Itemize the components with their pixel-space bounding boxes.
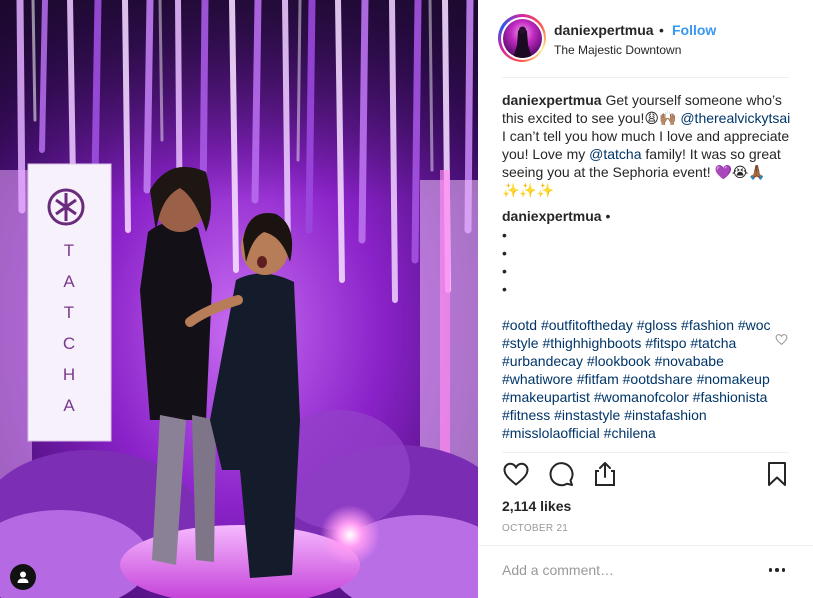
hashtag-link[interactable]: #fitspo [645,335,686,351]
header-separator: • [659,22,664,38]
hashtag-link[interactable]: #instastyle [554,407,620,423]
header-username[interactable]: daniexpertmua [554,22,654,38]
hashtag-link[interactable]: #makeupartist [502,389,590,405]
hashtag-link[interactable]: #ootdshare [623,371,693,387]
post-header: daniexpertmua • Follow The Majestic Down… [478,0,813,78]
hashtag-link[interactable]: #fashionista [693,389,768,405]
avatar-figure [512,26,532,58]
hashtag-link[interactable]: #ootd [502,317,537,333]
avatar-frame [500,16,544,60]
bullet-line: • [502,245,507,261]
comment-button[interactable] [547,460,575,488]
hashtag-link[interactable]: #gloss [637,317,677,333]
banner-letter: T [64,241,74,260]
hashtag-link[interactable]: #instafashion [624,407,707,423]
header-divider [502,77,789,78]
hashtag-link[interactable]: #chilena [604,425,656,441]
post-side-panel: daniexpertmua • Follow The Majestic Down… [478,0,813,598]
share-button[interactable] [591,460,619,488]
caption-mention-tatcha[interactable]: @tatcha [589,146,641,162]
hashtag-link[interactable]: #fashion [681,317,734,333]
post-dialog: TATCHA daniexpertmua • Follow The Majest… [0,0,813,598]
banner-letter: C [63,334,75,353]
banner-letter: A [63,396,75,415]
spotlight [320,505,380,565]
likes-count[interactable]: 2,114 likes [502,498,571,514]
hashtag-link[interactable]: #thighhighboots [542,335,641,351]
bullet-lines: • • • • [502,226,798,298]
location-link[interactable]: The Majestic Downtown [554,43,681,57]
hashtag-link[interactable]: #lookbook [587,353,651,369]
caption-comment: daniexpertmua Get yourself someone who’s… [502,91,792,199]
more-options-dot [781,568,786,572]
hashtag-link[interactable]: #whatiwore [502,371,573,387]
bookmark-icon [768,462,786,486]
comments-list[interactable]: daniexpertmua Get yourself someone who’s… [502,91,798,452]
hashtag-link[interactable]: #fitness [502,407,550,423]
hashtag-link[interactable]: #style [502,335,539,351]
hashtag-link[interactable]: #misslolaofficial [502,425,600,441]
bullet-line: • [502,281,507,297]
photo-scene: TATCHA [0,0,478,598]
more-options-dot [775,568,779,572]
action-bar [478,458,813,492]
actions-divider [502,452,789,453]
comment-like-icon[interactable] [775,333,788,346]
hashtag-link[interactable]: #womanofcolor [594,389,689,405]
add-comment-input[interactable] [502,560,742,580]
avatar[interactable] [502,18,542,58]
comment-icon [549,462,574,487]
hashtag-link[interactable]: #nomakeup [697,371,770,387]
caption-username[interactable]: daniexpertmua [502,92,602,108]
heart-icon [503,462,529,486]
banner-letter: H [63,365,75,384]
hashtag-link[interactable]: #outfitoftheday [541,317,633,333]
hashtag-link[interactable]: #novababe [655,353,724,369]
hashtag-list: #ootd #outfitoftheday #gloss #fashion #w… [502,316,772,442]
post-photo[interactable]: TATCHA [0,0,478,598]
post-date[interactable]: OCTOBER 21 [502,523,568,534]
follow-button[interactable]: Follow [672,22,716,38]
caption-mention-therealvickytsai[interactable]: @therealvickytsai [680,110,790,126]
comment-separator: • [605,208,611,224]
banner-letter: T [64,303,74,322]
comment-username[interactable]: daniexpertmua [502,208,602,224]
hashtag-link[interactable]: #tatcha [690,335,736,351]
hashtag-comment: daniexpertmua • • • • • #ootd #outfitoft… [502,207,798,442]
banner-letter: A [63,272,75,291]
bullet-line: • [502,227,507,243]
more-options-icon [768,568,773,572]
user-tag-icon [17,571,29,583]
hashtag-link[interactable]: #fitfam [577,371,619,387]
share-icon [595,462,615,486]
like-button[interactable] [502,460,530,488]
user-tag-button[interactable] [10,564,36,590]
hashtag-link[interactable]: #woc [738,317,771,333]
hashtag-link[interactable]: #urbandecay [502,353,583,369]
more-options-button[interactable] [765,560,789,580]
comment-box-divider [478,545,813,546]
bullet-line: • [502,263,507,279]
save-button[interactable] [763,460,791,488]
avatar-story-ring[interactable] [498,14,546,62]
tatcha-banner: TATCHA [27,163,112,442]
